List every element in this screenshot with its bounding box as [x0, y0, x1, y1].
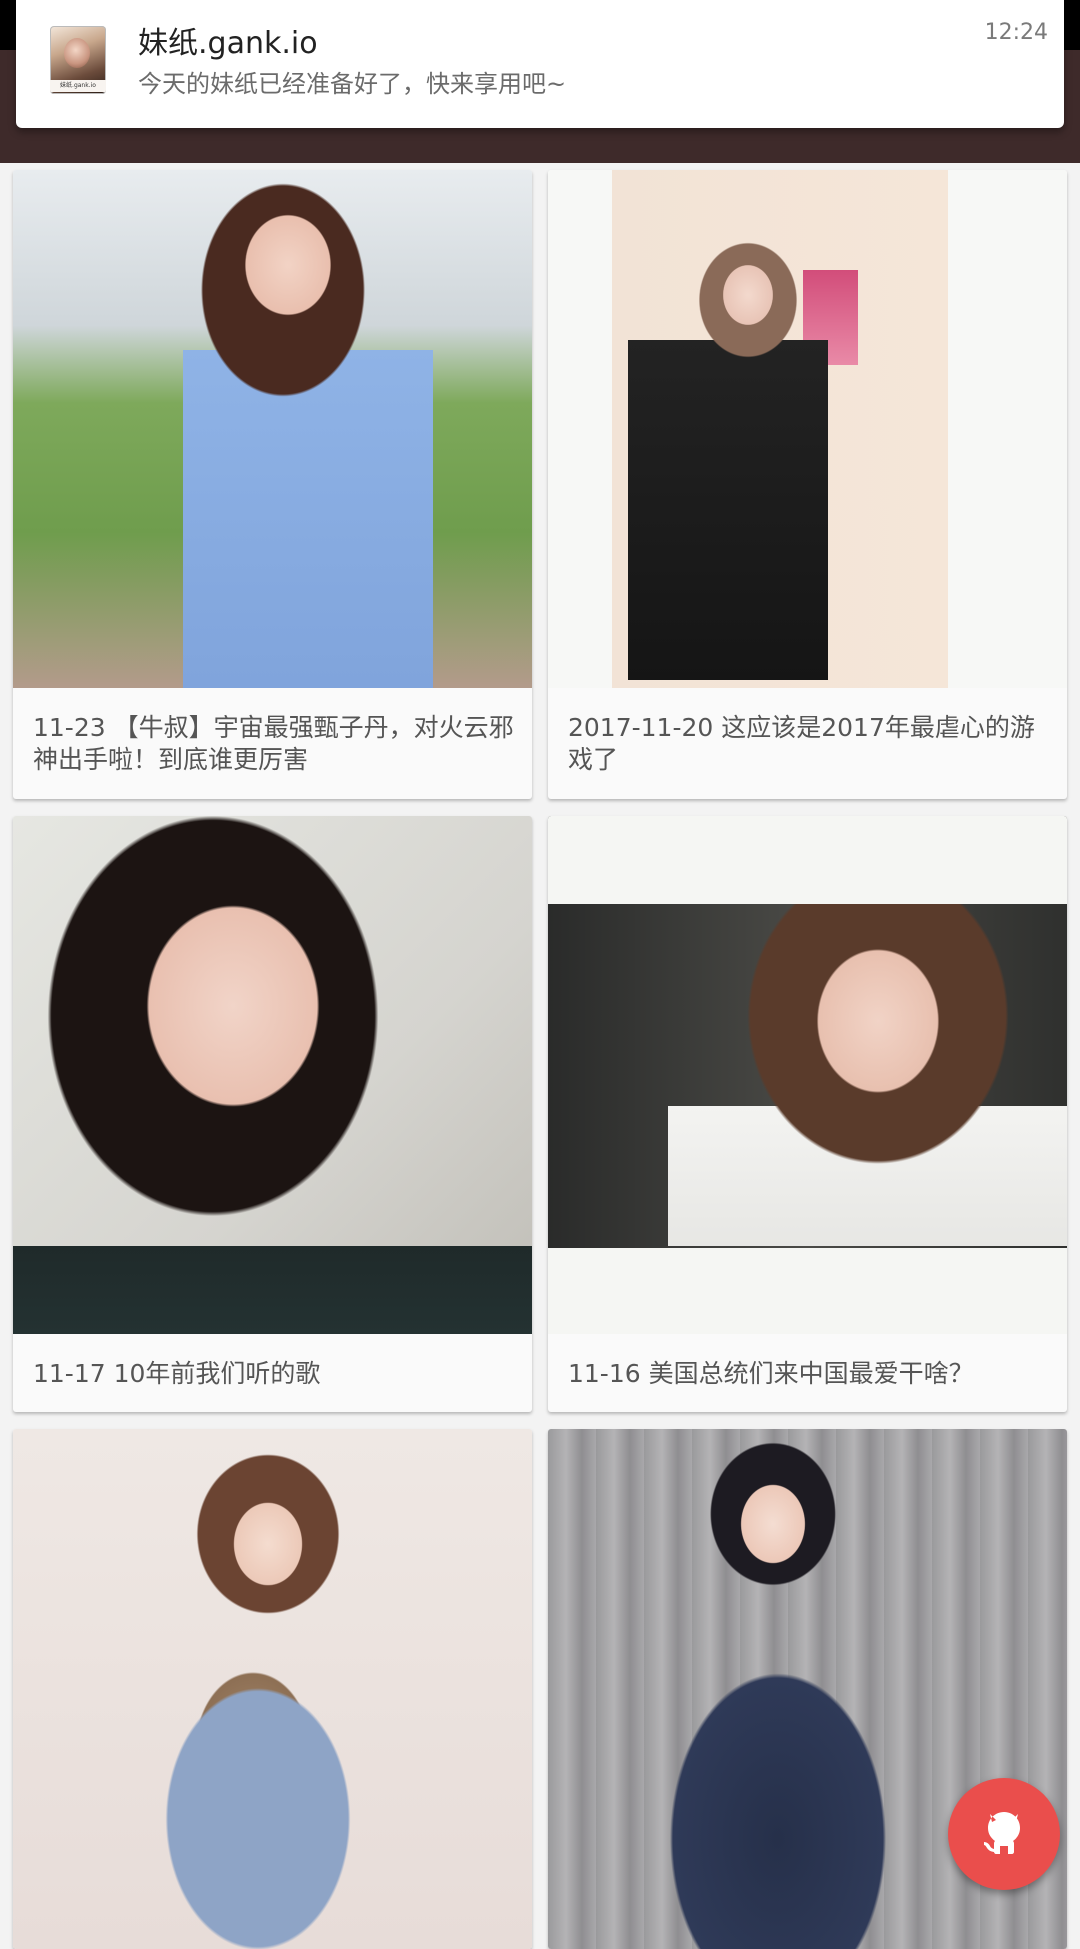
card-photo[interactable] [13, 170, 532, 688]
card-caption: 2017-11-20 这应该是2017年最虐心的游戏了 [568, 713, 1035, 774]
card-caption: 11-16 美国总统们来中国最爱干啥？ [568, 1359, 974, 1388]
app-icon-caption: 妹纸.gank.io [50, 80, 106, 92]
heads-up-notification[interactable]: 妹纸.gank.io 妹纸.gank.io 今天的妹纸已经准备好了，快来享用吧~… [16, 0, 1064, 128]
card-caption: 11-23 【牛叔】宇宙最强甄子丹，对火云邪神出手啦！到底谁更厉害 [33, 713, 514, 774]
feed-card[interactable]: 11-23 【牛叔】宇宙最强甄子丹，对火云邪神出手啦！到底谁更厉害 [13, 170, 532, 799]
feed-card[interactable]: 11-17 10年前我们听的歌 [13, 816, 532, 1412]
card-caption: 11-17 10年前我们听的歌 [33, 1359, 321, 1388]
notification-time: 12:24 [984, 20, 1048, 45]
app-icon-face [64, 38, 90, 68]
notification-title: 妹纸.gank.io [138, 26, 318, 61]
notification-text: 今天的妹纸已经准备好了，快来享用吧~ [138, 70, 567, 98]
feed-card[interactable]: 11-16 美国总统们来中国最爱干啥？ [548, 816, 1067, 1412]
card-photo[interactable] [548, 816, 1067, 1334]
gank-app-icon: 妹纸.gank.io [50, 26, 106, 94]
card-photo[interactable] [13, 1429, 532, 1949]
card-photo[interactable] [13, 816, 532, 1334]
feed-card[interactable] [13, 1429, 532, 1949]
github-octocat-icon [984, 1812, 1020, 1854]
feed-card[interactable]: 2017-11-20 这应该是2017年最虐心的游戏了 [548, 170, 1067, 799]
card-photo[interactable] [548, 170, 1067, 688]
github-fab-button[interactable] [948, 1778, 1060, 1890]
